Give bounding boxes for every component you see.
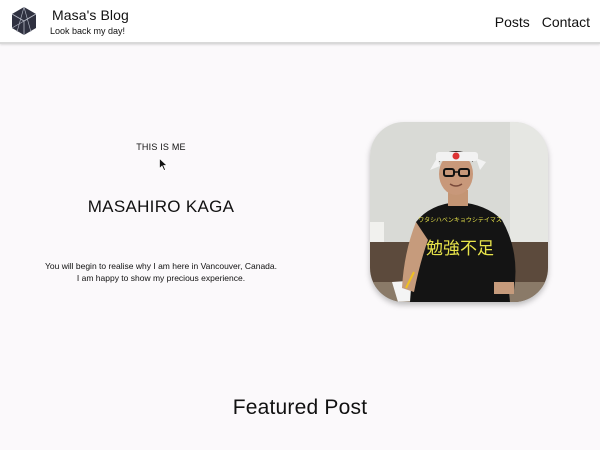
mouse-pointer-icon bbox=[159, 158, 168, 171]
profile-photo: ワタシハベンキョウシテイマス 勉強不足 bbox=[370, 122, 548, 302]
site-tagline: Look back my day! bbox=[50, 26, 126, 36]
main-nav: Posts Contact bbox=[495, 14, 590, 30]
profile-photo-illustration: ワタシハベンキョウシテイマス 勉強不足 bbox=[370, 122, 548, 302]
hero-eyebrow: THIS IS ME bbox=[136, 142, 186, 152]
hero-description-line-1: You will begin to realise why I am here … bbox=[45, 261, 277, 271]
hero-name: MASAHIRO KAGA bbox=[87, 197, 235, 216]
nav-contact-link[interactable]: Contact bbox=[542, 14, 590, 30]
site-title[interactable]: Masa's Blog bbox=[52, 7, 129, 23]
hero-description-line-2: I am happy to show my precious experienc… bbox=[76, 273, 246, 283]
shirt-kanji-text: 勉強不足 bbox=[426, 239, 494, 259]
featured-post-heading: Featured Post bbox=[232, 396, 368, 419]
shirt-small-text: ワタシハベンキョウシテイマス bbox=[418, 216, 502, 224]
site-header: Masa's Blog Look back my day! Posts Cont… bbox=[0, 0, 600, 44]
nav-posts-link[interactable]: Posts bbox=[495, 14, 530, 30]
hexagon-logo-icon[interactable] bbox=[11, 6, 37, 36]
hero-description: You will begin to realise why I am here … bbox=[30, 260, 292, 284]
